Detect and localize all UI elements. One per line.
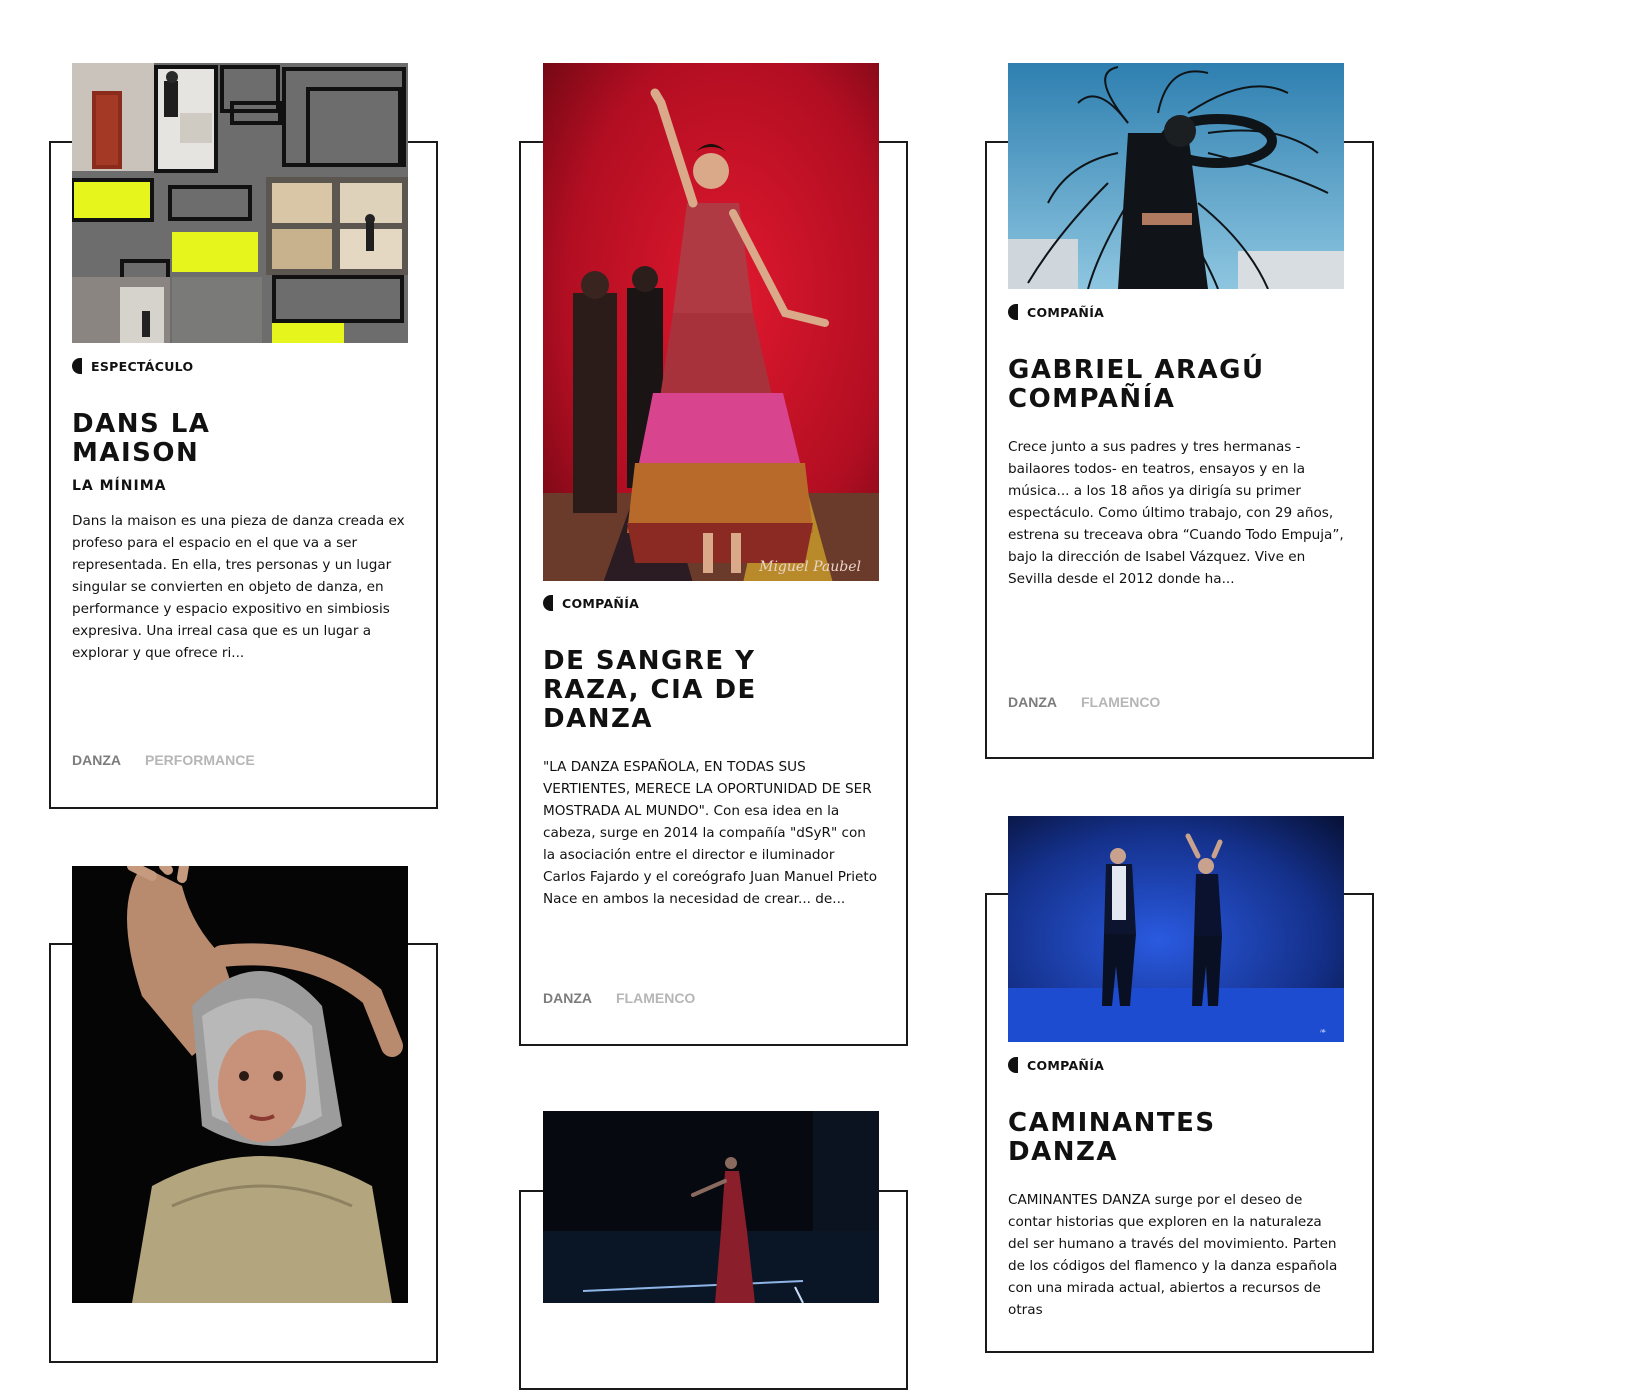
- category-badge: COMPAÑÍA: [1008, 304, 1344, 320]
- card-image-gabriel-aragu[interactable]: [1008, 63, 1344, 289]
- tag-danza[interactable]: DANZA: [1008, 694, 1057, 710]
- gray-haired-dancer-image: [72, 866, 408, 1303]
- tag-danza[interactable]: DANZA: [543, 990, 592, 1006]
- card-body-gabriel-aragu: COMPAÑÍA GABRIEL ARAGÚ COMPAÑÍA Crece ju…: [1008, 304, 1344, 590]
- tag-danza[interactable]: DANZA: [72, 752, 121, 768]
- category-label: ESPECTÁCULO: [91, 358, 194, 374]
- tag-flamenco[interactable]: FLAMENCO: [1081, 694, 1160, 710]
- card-title[interactable]: GABRIEL ARAGÚ COMPAÑÍA: [1008, 356, 1268, 414]
- card-title[interactable]: DE SANGRE Y RAZA, CIA DE DANZA: [543, 647, 843, 734]
- category-badge: COMPAÑÍA: [543, 595, 879, 611]
- card-image-dans-la-maison[interactable]: [72, 63, 408, 343]
- blue-stage-dancers-image: ❧: [1008, 816, 1344, 1042]
- card-body-caminantes-danza: COMPAÑÍA CAMINANTES DANZA CAMINANTES DAN…: [1008, 1057, 1344, 1321]
- card-image-partial-left[interactable]: [72, 866, 408, 1303]
- half-circle-icon: [1008, 304, 1018, 320]
- tag-performance[interactable]: PERFORMANCE: [145, 752, 255, 768]
- category-badge: COMPAÑÍA: [1008, 1057, 1344, 1073]
- svg-text:❧: ❧: [1318, 1027, 1326, 1037]
- card-description: "LA DANZA ESPAÑOLA, EN TODAS SUS VERTIEN…: [543, 759, 878, 907]
- category-label: COMPAÑÍA: [1027, 1057, 1105, 1073]
- tag-flamenco[interactable]: FLAMENCO: [616, 990, 695, 1006]
- card-title[interactable]: CAMINANTES DANZA: [1008, 1109, 1308, 1167]
- flamenco-dancer-red-image: Miguel Paubel: [543, 63, 879, 581]
- card-image-partial-center[interactable]: [543, 1111, 879, 1303]
- card-description: Crece junto a sus padres y tres hermanas…: [1008, 439, 1344, 587]
- card-body-de-sangre-y-raza: COMPAÑÍA DE SANGRE Y RAZA, CIA DE DANZA …: [543, 595, 879, 910]
- card-description: Dans la maison es una pieza de danza cre…: [72, 513, 405, 661]
- card-subtitle: LA MÍNIMA: [72, 478, 167, 494]
- tag-list: DANZA FLAMENCO: [543, 990, 695, 1006]
- category-label: COMPAÑÍA: [1027, 304, 1105, 320]
- half-circle-icon: [72, 358, 82, 374]
- dark-stage-dancer-image: [543, 1111, 879, 1303]
- card-title[interactable]: DANS LA MAISON: [72, 410, 302, 468]
- card-image-caminantes-danza[interactable]: ❧: [1008, 816, 1344, 1042]
- tag-list: DANZA PERFORMANCE: [72, 752, 255, 768]
- tag-list: DANZA FLAMENCO: [1008, 694, 1160, 710]
- fringe-costume-dancer-image: [1008, 63, 1344, 289]
- card-image-de-sangre-y-raza[interactable]: Miguel Paubel: [543, 63, 879, 581]
- card-description: CAMINANTES DANZA surge por el deseo de c…: [1008, 1192, 1338, 1318]
- card-body-dans-la-maison: ESPECTÁCULO DANS LA MAISON LA MÍNIMA Dan…: [72, 358, 408, 664]
- half-circle-icon: [1008, 1057, 1018, 1073]
- collage-image: [72, 63, 408, 343]
- half-circle-icon: [543, 595, 553, 611]
- photo-credit: Miguel Paubel: [758, 559, 861, 575]
- category-badge: ESPECTÁCULO: [72, 358, 408, 374]
- category-label: COMPAÑÍA: [562, 595, 640, 611]
